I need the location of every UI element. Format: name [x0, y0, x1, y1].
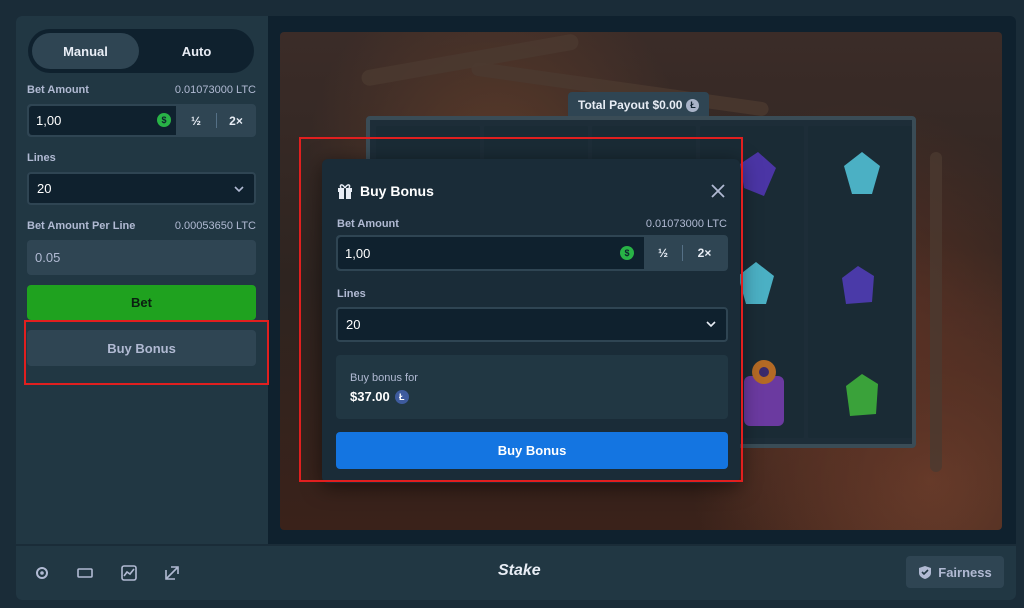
bet-amount-value: 1,00 — [36, 113, 62, 128]
theatre-mode-icon[interactable] — [76, 564, 94, 582]
per-line-crypto: 0.00053650 LTC — [174, 220, 256, 232]
close-icon[interactable] — [708, 181, 728, 201]
double-button[interactable]: 2× — [217, 106, 255, 135]
bet-sidebar: Manual Auto Bet Amount 0.01073000 LTC 1,… — [16, 16, 268, 544]
dollar-coin-icon: $ — [157, 113, 171, 127]
bet-button[interactable]: Bet — [27, 285, 256, 320]
modal-bet-amount-crypto: 0.01073000 LTC — [645, 218, 727, 230]
bonus-price-value: $37.00 — [350, 389, 390, 404]
bottom-toolbar: Stake Fairness — [16, 544, 1016, 600]
stats-chart-icon[interactable] — [120, 564, 138, 582]
tab-auto[interactable]: Auto — [143, 33, 250, 69]
modal-buy-bonus-button[interactable]: Buy Bonus — [336, 432, 728, 469]
cyan-gem-icon — [738, 262, 774, 304]
modal-half-button[interactable]: ½ — [644, 237, 682, 269]
app-window: Manual Auto Bet Amount 0.01073000 LTC 1,… — [16, 16, 1016, 600]
half-button[interactable]: ½ — [176, 106, 216, 135]
modal-bet-amount-label: Bet Amount — [337, 218, 399, 230]
chevron-down-icon — [706, 321, 716, 328]
chevron-down-icon — [234, 186, 244, 193]
stake-logo: Stake — [498, 562, 541, 579]
per-line-field: 0.05 — [27, 240, 256, 275]
shield-check-icon — [919, 565, 932, 579]
buy-bonus-sidebar-button[interactable]: Buy Bonus — [27, 330, 256, 366]
background-branch — [930, 152, 942, 472]
per-line-value: 0.05 — [35, 250, 61, 265]
bet-amount-group: 1,00 $ ½ 2× — [27, 104, 256, 137]
gift-icon — [338, 184, 352, 199]
lines-value: 20 — [37, 181, 52, 196]
reel-column — [808, 126, 912, 438]
purple-gem-icon — [740, 152, 776, 196]
mode-toggle: Manual Auto — [28, 29, 254, 73]
modal-lines-label: Lines — [337, 288, 366, 300]
lines-select[interactable]: 20 — [27, 172, 256, 205]
popout-icon[interactable] — [163, 564, 181, 582]
fairness-button[interactable]: Fairness — [906, 556, 1004, 588]
litecoin-icon: Ł — [394, 389, 409, 404]
buy-bonus-modal: Buy Bonus Bet Amount 0.01073000 LTC 1,00… — [322, 159, 740, 483]
modal-title: Buy Bonus — [360, 183, 434, 199]
modal-bet-amount-group: 1,00 $ ½ 2× — [336, 235, 728, 271]
bet-amount-label: Bet Amount — [27, 84, 89, 96]
bonus-price-panel: Buy bonus for $37.00 Ł — [336, 355, 728, 419]
lines-label: Lines — [27, 152, 56, 164]
bonus-price-label: Buy bonus for — [350, 372, 418, 384]
modal-lines-value: 20 — [346, 317, 361, 332]
litecoin-icon: Ł — [686, 98, 700, 112]
tab-manual[interactable]: Manual — [32, 33, 139, 69]
modal-lines-select[interactable]: 20 — [336, 307, 728, 342]
purple-gem-icon — [842, 266, 874, 304]
per-line-label: Bet Amount Per Line — [27, 220, 136, 232]
modal-bet-amount-input[interactable]: 1,00 $ — [338, 237, 644, 269]
bonus-price-value-row: $37.00 Ł — [350, 389, 409, 404]
bet-amount-input[interactable]: 1,00 $ — [29, 106, 176, 135]
dollar-coin-icon: $ — [620, 246, 634, 260]
gear-icon[interactable] — [33, 564, 51, 582]
cyan-gem-icon — [844, 152, 880, 194]
fairness-label: Fairness — [938, 564, 992, 580]
modal-bet-amount-value: 1,00 — [345, 245, 371, 261]
total-payout-label: Total Payout $0.00 — [578, 98, 683, 112]
green-gem-icon — [846, 374, 878, 416]
idol-icon — [744, 360, 784, 426]
bet-amount-crypto: 0.01073000 LTC — [174, 84, 256, 96]
modal-double-button[interactable]: 2× — [683, 237, 726, 269]
total-payout: Total Payout $0.00 Ł — [568, 92, 710, 118]
